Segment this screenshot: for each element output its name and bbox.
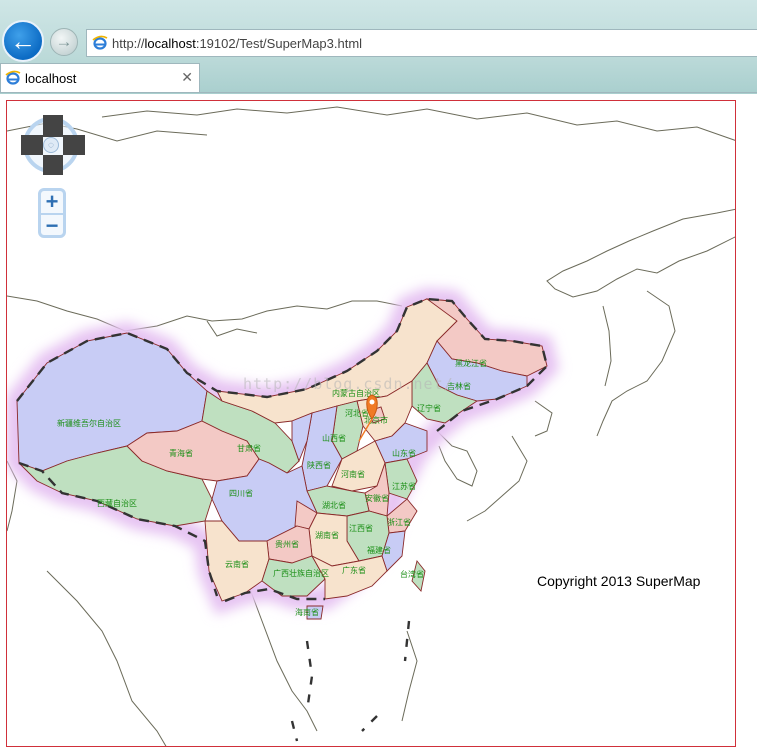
- arctic-coast: [101, 106, 735, 141]
- label-jiangxi: 江西省: [349, 523, 373, 533]
- label-hubei: 湖北省: [322, 500, 346, 510]
- label-xinjiang: 新疆维吾尔自治区: [57, 418, 121, 428]
- label-shanxi: 山西省: [322, 433, 346, 443]
- label-heilongjiang: 黑龙江省: [455, 358, 487, 368]
- pan-center-icon[interactable]: ◌: [43, 137, 59, 153]
- japan-honshu: [466, 435, 528, 522]
- label-beijing: 北京市: [364, 415, 388, 425]
- label-jiangsu: 江苏省: [392, 481, 416, 491]
- label-guizhou: 贵州省: [275, 539, 299, 549]
- north-boundary: [206, 320, 258, 337]
- zoom-control: + −: [38, 188, 66, 238]
- tab-localhost[interactable]: localhost ✕: [0, 63, 200, 92]
- philippines: [401, 630, 418, 722]
- back-arrow-icon: ←: [10, 25, 36, 56]
- label-tibet: 西藏自治区: [97, 498, 137, 508]
- label-hunan: 湖南省: [315, 530, 339, 540]
- south-sea-dashes: [290, 620, 411, 742]
- copyright-text: Copyright 2013 SuperMap: [537, 573, 701, 589]
- label-guangxi: 广西壮族自治区: [273, 568, 329, 578]
- close-tab-icon[interactable]: ✕: [181, 69, 193, 86]
- forward-button[interactable]: →: [50, 28, 78, 56]
- zoom-out-button[interactable]: −: [41, 213, 63, 237]
- label-henan: 河南省: [341, 469, 365, 479]
- label-zhejiang: 浙江省: [387, 517, 411, 527]
- browser-toolbar: ← → http://localhost:19102/Test/SuperMap…: [0, 0, 757, 94]
- label-anhui: 安徽省: [365, 493, 389, 503]
- label-qinghai: 青海省: [169, 448, 193, 458]
- back-button[interactable]: ←: [2, 20, 44, 62]
- pan-control[interactable]: ◌: [21, 115, 85, 179]
- chrome-divider: [0, 92, 757, 93]
- india-coast: [46, 570, 167, 746]
- kamchatka: [596, 290, 676, 437]
- pan-down-button[interactable]: [43, 155, 63, 175]
- label-fujian: 福建省: [367, 545, 391, 555]
- label-sichuan: 四川省: [229, 488, 253, 498]
- label-yunnan: 云南省: [225, 559, 249, 569]
- pan-right-button[interactable]: [63, 135, 85, 155]
- map-viewport[interactable]: 新疆维吾尔自治区 西藏自治区 青海省 内蒙古自治区 黑龙江省 吉林省 辽宁省 四…: [6, 100, 736, 747]
- label-liaoning: 辽宁省: [417, 403, 441, 413]
- address-bar[interactable]: http://localhost:19102/Test/SuperMap3.ht…: [86, 29, 757, 57]
- pan-left-button[interactable]: [21, 135, 43, 155]
- label-shaanxi: 陕西省: [307, 460, 331, 470]
- label-gansu: 甘肃省: [237, 443, 261, 453]
- label-guangdong: 广东省: [342, 565, 366, 575]
- map-canvas: 新疆维吾尔自治区 西藏自治区 青海省 内蒙古自治区 黑龙江省 吉林省 辽宁省 四…: [7, 106, 735, 746]
- forward-arrow-icon: →: [55, 32, 73, 51]
- watermark-text: http://blog.csdn.net/: [243, 375, 454, 393]
- tab-title: localhost: [25, 70, 77, 86]
- label-taiwan: 台湾省: [400, 569, 424, 579]
- ie-tab-icon: [5, 70, 21, 86]
- japan-hokkaido: [534, 400, 553, 437]
- ie-page-icon: [92, 35, 108, 51]
- url-text: http://localhost:19102/Test/SuperMap3.ht…: [112, 35, 363, 51]
- label-shandong: 山东省: [392, 448, 416, 458]
- siberia-east-coast: [546, 208, 735, 298]
- zoom-in-button[interactable]: +: [41, 191, 63, 213]
- sakhalin: [602, 305, 612, 387]
- label-hainan: 海南省: [295, 607, 319, 617]
- kazakhstan-border: [7, 295, 403, 332]
- pan-up-button[interactable]: [43, 115, 63, 137]
